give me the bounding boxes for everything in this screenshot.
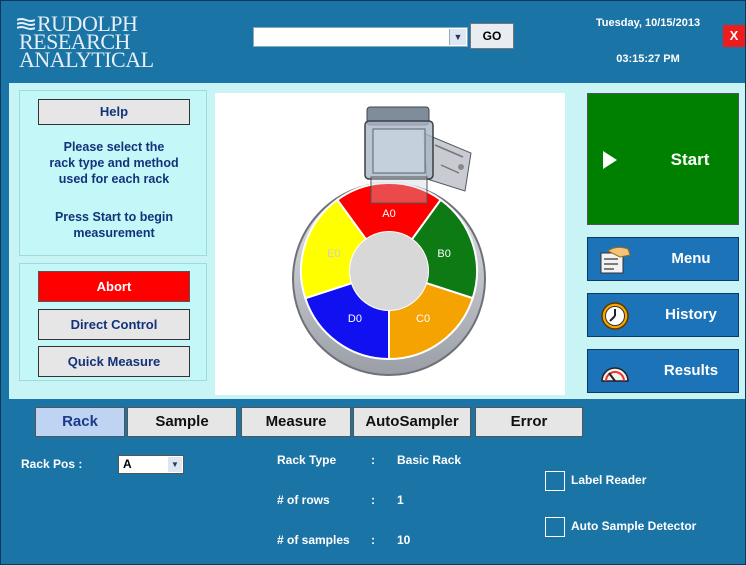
rack-pos-select[interactable]: A ▼	[118, 455, 184, 474]
help-text-3: used for each rack	[58, 172, 170, 186]
logo-line-3: ANALYTICAL	[19, 47, 154, 72]
chevron-down-icon[interactable]: ▼	[168, 457, 182, 472]
sampler-arm-icon	[364, 106, 472, 204]
label-reader-checkbox[interactable]	[545, 471, 565, 491]
help-text-4: Press Start to begin	[54, 210, 174, 224]
logo-waves-icon	[17, 18, 35, 30]
history-button[interactable]: History	[587, 293, 739, 337]
rows-sep: :	[371, 493, 375, 507]
play-icon	[603, 151, 617, 169]
start-button[interactable]: Start	[587, 93, 739, 225]
menu-button[interactable]: Menu	[587, 237, 739, 281]
rack-pos-value: A	[123, 457, 132, 471]
gauge-icon	[601, 367, 629, 382]
carousel-view: A0 B0 C0 D0 E0	[215, 93, 565, 395]
method-dropdown[interactable]: ▼	[253, 27, 468, 47]
auto-sample-detector-checkbox[interactable]	[545, 517, 565, 537]
header-bar: RUDOLPH RESEARCH ANALYTICAL ▼ GO Tuesday…	[9, 9, 745, 79]
results-button[interactable]: Results	[587, 349, 739, 393]
rack-type-value: Basic Rack	[397, 453, 462, 467]
rack-settings-panel: Rack Pos : A ▼ Rack Type : Basic Rack # …	[9, 437, 745, 563]
carousel-segment-label: B0	[437, 248, 450, 260]
tab-measure[interactable]: Measure	[241, 407, 351, 437]
rack-pos-label: Rack Pos :	[21, 457, 83, 471]
date-display: Tuesday, 10/15/2013	[595, 17, 701, 29]
menu-label: Menu	[671, 250, 711, 267]
tab-rack[interactable]: Rack	[35, 407, 125, 437]
tab-error[interactable]: Error	[475, 407, 583, 437]
samples-label: # of samples	[277, 533, 350, 547]
chevron-down-icon[interactable]: ▼	[449, 29, 466, 45]
help-button[interactable]: Help	[38, 99, 190, 125]
carousel-segment-label: D0	[348, 313, 362, 325]
clock-icon	[601, 302, 629, 330]
carousel-diagram: A0 B0 C0 D0 E0	[292, 106, 486, 376]
help-text-5: measurement	[73, 226, 155, 240]
close-button[interactable]: X	[723, 25, 745, 47]
app-window: RUDOLPH RESEARCH ANALYTICAL ▼ GO Tuesday…	[0, 0, 746, 565]
label-reader-label: Label Reader	[571, 473, 647, 487]
help-text-2: rack type and method	[49, 156, 179, 170]
carousel-hub	[350, 232, 428, 310]
abort-button[interactable]: Abort	[38, 271, 190, 302]
time-display: 03:15:27 PM	[616, 53, 680, 65]
company-logo: RUDOLPH RESEARCH ANALYTICAL	[17, 13, 154, 72]
help-panel: Help Please select the rack type and met…	[19, 90, 207, 256]
start-label: Start	[670, 150, 710, 169]
rack-type-label: Rack Type	[277, 453, 337, 467]
tab-sample[interactable]: Sample	[127, 407, 237, 437]
main-panel: Help Please select the rack type and met…	[9, 83, 745, 399]
tab-bar: Rack Sample Measure AutoSampler Error	[9, 401, 745, 437]
auto-sample-detector-label: Auto Sample Detector	[571, 519, 697, 533]
results-label: Results	[663, 362, 719, 379]
carousel-segment-label: C0	[416, 313, 430, 325]
carousel-segment-label: E0	[327, 248, 340, 260]
help-text-1: Please select the	[63, 140, 165, 154]
history-label: History	[665, 306, 717, 323]
action-column: Start Menu History Results	[579, 91, 741, 396]
control-panel: Abort Direct Control Quick Measure	[19, 263, 207, 381]
go-button[interactable]: GO	[470, 23, 514, 49]
tab-autosampler[interactable]: AutoSampler	[353, 407, 471, 437]
rows-label: # of rows	[277, 493, 330, 507]
direct-control-button[interactable]: Direct Control	[38, 309, 190, 340]
rack-type-sep: :	[371, 453, 375, 467]
samples-value: 10	[397, 533, 411, 547]
samples-sep: :	[371, 533, 375, 547]
menu-hand-icon	[600, 246, 631, 274]
quick-measure-button[interactable]: Quick Measure	[38, 346, 190, 377]
carousel-segment-label: A0	[382, 208, 395, 220]
rows-value: 1	[397, 493, 404, 507]
